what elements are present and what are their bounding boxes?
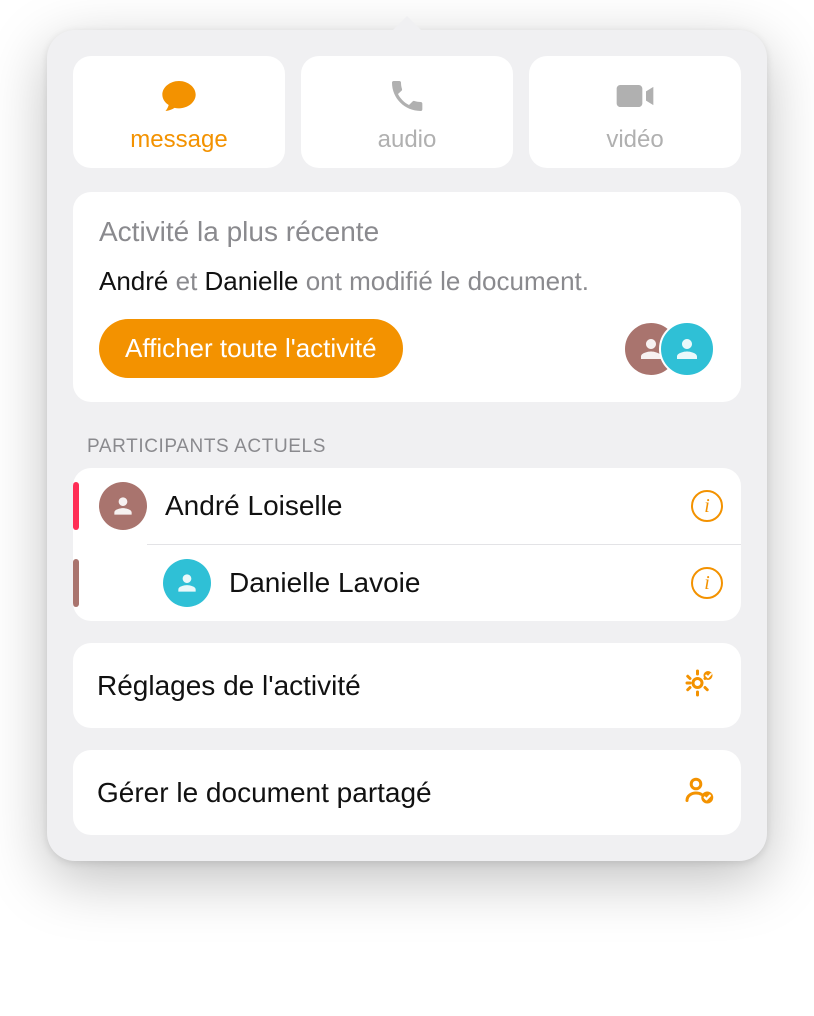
participant-name: André Loiselle: [165, 490, 691, 522]
participants-list: André Loiselle i Danielle Lavoie i: [73, 468, 741, 621]
activity-user: Danielle: [205, 266, 299, 296]
phone-icon: [387, 74, 427, 118]
action-tabs: message audio vidéo: [73, 56, 741, 168]
activity-settings-row[interactable]: Réglages de l'activité: [73, 643, 741, 728]
gear-share-icon: [681, 665, 717, 706]
tab-message[interactable]: message: [73, 56, 285, 168]
participant-row[interactable]: André Loiselle i: [73, 468, 741, 544]
video-camera-icon: [613, 74, 657, 118]
option-label: Gérer le document partagé: [97, 777, 432, 809]
recent-activity-card: Activité la plus récente André et Daniel…: [73, 192, 741, 402]
activity-user: André: [99, 266, 168, 296]
person-check-icon: [681, 772, 717, 813]
participant-color-bar: [73, 559, 79, 607]
info-icon[interactable]: i: [691, 567, 723, 599]
option-label: Réglages de l'activité: [97, 670, 361, 702]
tab-label: vidéo: [606, 126, 663, 154]
info-icon[interactable]: i: [691, 490, 723, 522]
tab-label: audio: [378, 126, 437, 154]
activity-avatars: [623, 321, 715, 377]
tab-audio[interactable]: audio: [301, 56, 513, 168]
tab-label: message: [130, 126, 227, 154]
participants-header: PARTICIPANTS ACTUELS: [87, 436, 741, 458]
activity-summary: André et Danielle ont modifié le documen…: [99, 266, 715, 297]
participant-name: Danielle Lavoie: [229, 567, 691, 599]
participant-row[interactable]: Danielle Lavoie i: [147, 544, 741, 621]
show-all-activity-button[interactable]: Afficher toute l'activité: [99, 319, 403, 378]
avatar: [99, 482, 147, 530]
activity-action-row: Afficher toute l'activité: [99, 319, 715, 378]
collaboration-popover: message audio vidéo Activité la plus réc…: [47, 30, 767, 861]
manage-shared-doc-row[interactable]: Gérer le document partagé: [73, 750, 741, 835]
avatar: [659, 321, 715, 377]
participant-color-bar: [73, 482, 79, 530]
activity-heading: Activité la plus récente: [99, 216, 715, 248]
speech-bubble-icon: [159, 74, 199, 118]
avatar: [163, 559, 211, 607]
tab-video[interactable]: vidéo: [529, 56, 741, 168]
